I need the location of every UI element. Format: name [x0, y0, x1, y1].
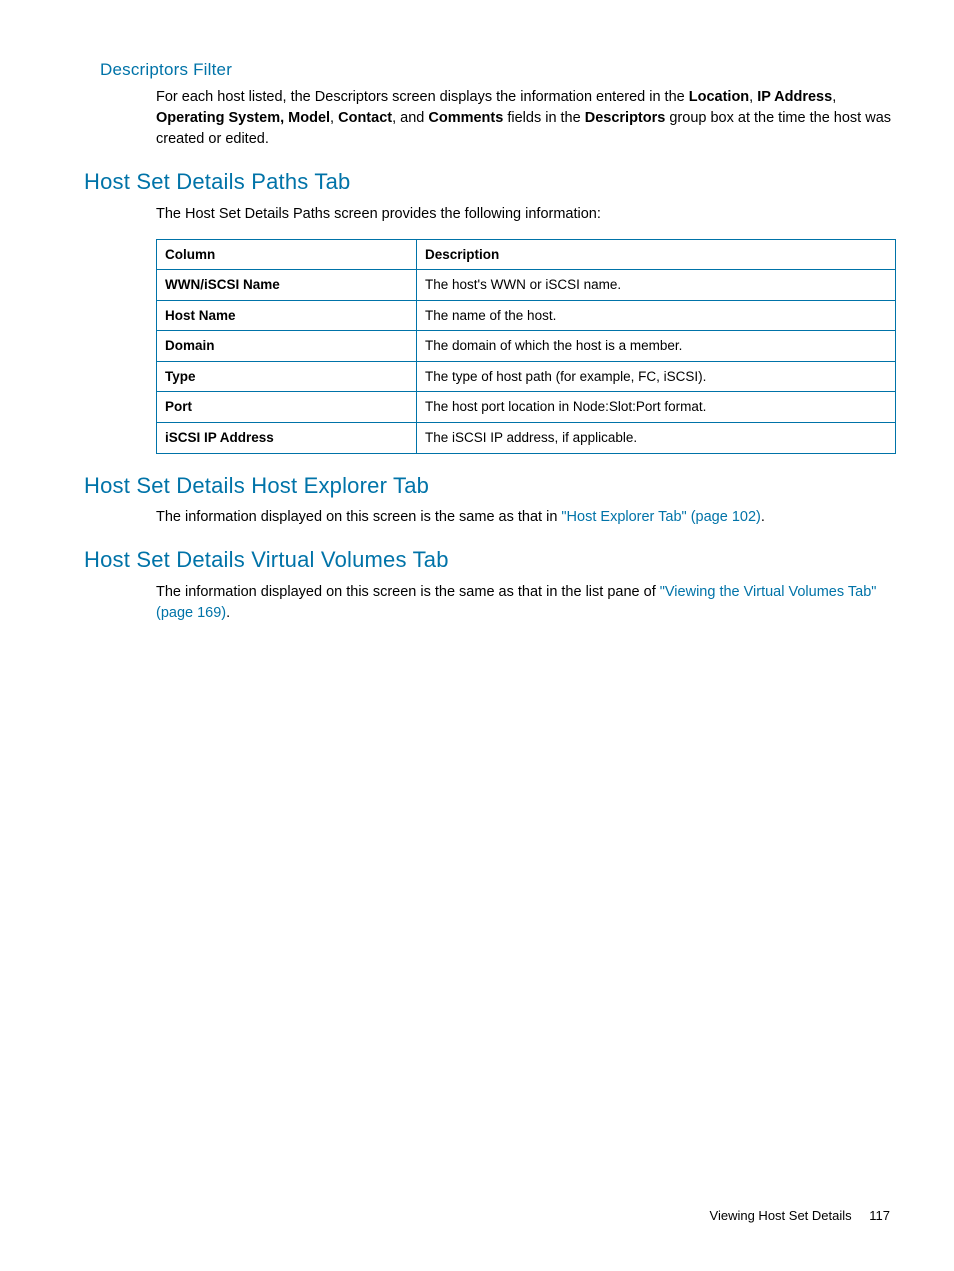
text: , and [392, 110, 428, 126]
table-cell-column: Domain [157, 331, 417, 362]
text: . [761, 509, 765, 525]
table-cell-description: The iSCSI IP address, if applicable. [417, 422, 896, 453]
table-header-description: Description [417, 239, 896, 270]
table-header-row: Column Description [157, 239, 896, 270]
table-cell-column: iSCSI IP Address [157, 422, 417, 453]
paragraph-paths-intro: The Host Set Details Paths screen provid… [156, 204, 894, 225]
paths-table: Column Description WWN/iSCSI Name The ho… [156, 239, 896, 454]
link-host-explorer-tab[interactable]: "Host Explorer Tab" (page 102) [561, 509, 760, 525]
heading-paths-tab: Host Set Details Paths Tab [84, 166, 894, 198]
page-footer: Viewing Host Set Details 117 [710, 1207, 890, 1226]
bold-os-model: Operating System, Model [156, 110, 330, 126]
text: , [832, 89, 836, 105]
table-cell-column: WWN/iSCSI Name [157, 270, 417, 301]
table-cell-column: Type [157, 361, 417, 392]
table-row: Port The host port location in Node:Slot… [157, 392, 896, 423]
table-row: Type The type of host path (for example,… [157, 361, 896, 392]
text: The information displayed on this screen… [156, 584, 660, 600]
bold-ip-address: IP Address [757, 89, 832, 105]
table-cell-description: The host's WWN or iSCSI name. [417, 270, 896, 301]
footer-page-number: 117 [869, 1208, 890, 1223]
table-header-column: Column [157, 239, 417, 270]
table-row: WWN/iSCSI Name The host's WWN or iSCSI n… [157, 270, 896, 301]
table-cell-column: Port [157, 392, 417, 423]
table-cell-description: The name of the host. [417, 300, 896, 331]
text: The information displayed on this screen… [156, 509, 561, 525]
table-cell-description: The type of host path (for example, FC, … [417, 361, 896, 392]
document-page: Descriptors Filter For each host listed,… [0, 0, 954, 1271]
heading-host-explorer-tab: Host Set Details Host Explorer Tab [84, 470, 894, 502]
paragraph-virtual-volumes: The information displayed on this screen… [156, 582, 894, 624]
table-cell-description: The domain of which the host is a member… [417, 331, 896, 362]
bold-contact: Contact [338, 110, 392, 126]
table-row: iSCSI IP Address The iSCSI IP address, i… [157, 422, 896, 453]
text: For each host listed, the Descriptors sc… [156, 89, 689, 105]
paragraph-descriptors-filter: For each host listed, the Descriptors sc… [156, 87, 894, 150]
table-row: Domain The domain of which the host is a… [157, 331, 896, 362]
bold-location: Location [689, 89, 749, 105]
table-cell-description: The host port location in Node:Slot:Port… [417, 392, 896, 423]
bold-descriptors: Descriptors [585, 110, 666, 126]
heading-descriptors-filter: Descriptors Filter [100, 58, 894, 83]
table-cell-column: Host Name [157, 300, 417, 331]
footer-section-title: Viewing Host Set Details [710, 1208, 852, 1223]
text: . [226, 605, 230, 621]
table-row: Host Name The name of the host. [157, 300, 896, 331]
bold-comments: Comments [428, 110, 503, 126]
heading-virtual-volumes-tab: Host Set Details Virtual Volumes Tab [84, 544, 894, 576]
text: fields in the [503, 110, 584, 126]
paragraph-host-explorer: The information displayed on this screen… [156, 507, 894, 528]
text: , [330, 110, 338, 126]
